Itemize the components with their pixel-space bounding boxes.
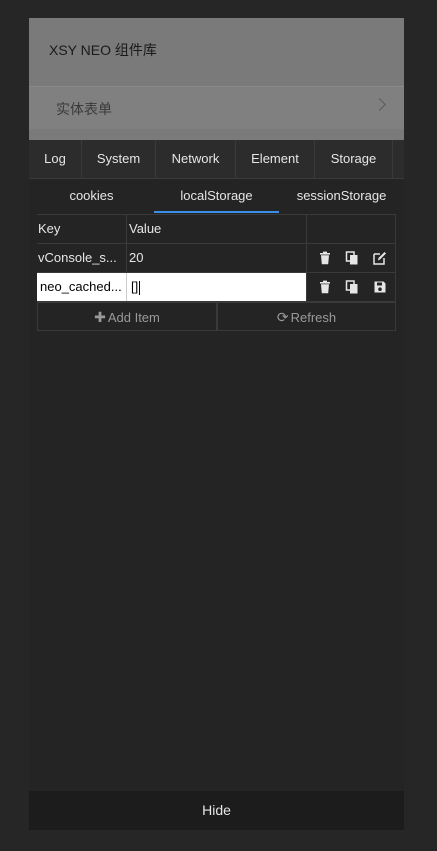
host-page-title: XSY NEO 组件库 bbox=[49, 42, 157, 58]
key-column-header: Key bbox=[38, 221, 61, 236]
storage-table: Key Value vConsole_s... 20 neo_cached...… bbox=[37, 214, 396, 332]
row-key-input[interactable]: neo_cached... bbox=[37, 273, 126, 301]
row-actions bbox=[306, 244, 396, 272]
vconsole-panel: Log System Network Element Storage cooki… bbox=[29, 140, 404, 830]
edit-icon[interactable] bbox=[373, 251, 387, 265]
table-header-row: Key Value bbox=[37, 214, 396, 244]
trash-icon[interactable] bbox=[318, 251, 332, 265]
table-row: vConsole_s... 20 bbox=[37, 244, 396, 273]
row-actions bbox=[306, 273, 396, 301]
copy-icon[interactable] bbox=[345, 280, 359, 294]
storage-type-bar: cookies localStorage sessionStorage bbox=[29, 179, 404, 213]
vconsole-tabbar: Log System Network Element Storage bbox=[29, 140, 404, 179]
table-footer: ✚ Add Item ⟳ Refresh bbox=[37, 302, 396, 332]
plus-icon: ✚ bbox=[94, 309, 106, 325]
tab-element[interactable]: Element bbox=[236, 140, 315, 178]
hide-button[interactable]: Hide bbox=[29, 791, 404, 830]
add-item-label: Add Item bbox=[107, 310, 160, 325]
host-list-item-label: 实体表单 bbox=[56, 101, 112, 117]
text-caret bbox=[139, 280, 141, 295]
chevron-right-icon bbox=[373, 98, 386, 111]
storage-tab-sessionstorage[interactable]: sessionStorage bbox=[279, 179, 404, 211]
refresh-label: Refresh bbox=[290, 310, 337, 325]
tab-log[interactable]: Log bbox=[29, 140, 82, 178]
trash-icon[interactable] bbox=[318, 280, 332, 294]
row-value: 20 bbox=[126, 244, 306, 272]
row-value-text: [] bbox=[131, 279, 139, 294]
storage-tab-localstorage[interactable]: localStorage bbox=[154, 179, 279, 213]
tab-network[interactable]: Network bbox=[156, 140, 236, 178]
tab-storage[interactable]: Storage bbox=[315, 140, 393, 178]
refresh-icon: ⟳ bbox=[276, 309, 289, 325]
row-value-input[interactable]: [] bbox=[126, 273, 306, 301]
row-key: vConsole_s... bbox=[38, 250, 117, 265]
host-list-item[interactable]: 实体表单 bbox=[29, 86, 404, 129]
save-icon[interactable] bbox=[373, 280, 387, 294]
table-row-editing: neo_cached... [] bbox=[37, 273, 396, 302]
storage-tab-cookies[interactable]: cookies bbox=[29, 179, 154, 211]
device-frame: XSY NEO 组件库 实体表单 Log System Network Elem… bbox=[29, 18, 404, 830]
actions-column-header bbox=[306, 215, 396, 243]
refresh-button[interactable]: ⟳ Refresh bbox=[217, 302, 396, 331]
host-page: XSY NEO 组件库 实体表单 bbox=[29, 18, 404, 140]
copy-icon[interactable] bbox=[345, 251, 359, 265]
value-column-header: Value bbox=[126, 215, 306, 243]
add-item-button[interactable]: ✚ Add Item bbox=[37, 302, 217, 331]
tab-system[interactable]: System bbox=[82, 140, 156, 178]
